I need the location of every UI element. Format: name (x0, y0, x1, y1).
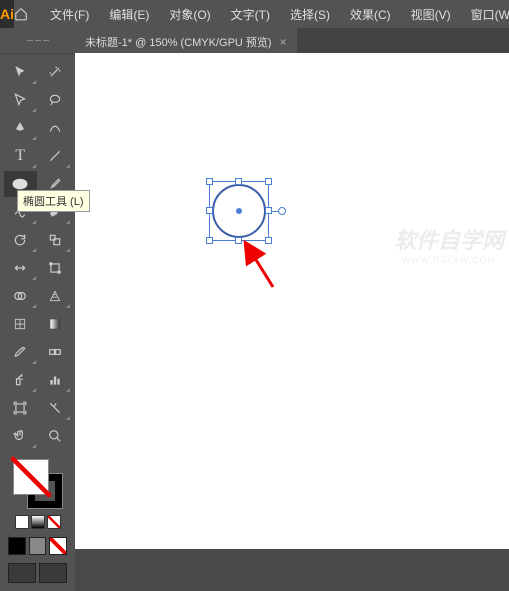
home-icon[interactable] (14, 0, 28, 28)
tab-title: 未标题-1* @ 150% (CMYK/GPU 预览) (85, 34, 272, 50)
tools-panel: T (0, 55, 75, 591)
gradient-mode[interactable] (31, 515, 45, 529)
mesh-tool[interactable] (4, 311, 37, 337)
canvas[interactable]: 软件自学网 WWW.RJZXW.COM (75, 53, 509, 549)
menu-window[interactable]: 窗口(W (461, 6, 509, 23)
swatch-black[interactable] (8, 537, 26, 555)
curvature-tool[interactable] (39, 115, 72, 141)
artboard-tool[interactable] (4, 395, 37, 421)
menu-edit[interactable]: 编辑(E) (99, 6, 159, 23)
none-mode[interactable] (47, 515, 61, 529)
tab-bar: 未标题-1* @ 150% (CMYK/GPU 预览) × (75, 28, 509, 56)
panel-grip[interactable] (0, 28, 75, 53)
handle-top-right[interactable] (265, 178, 272, 185)
document-tab[interactable]: 未标题-1* @ 150% (CMYK/GPU 预览) × (75, 28, 297, 56)
fill-stroke-swatches[interactable] (13, 459, 63, 509)
handle-bot-mid[interactable] (235, 237, 242, 244)
watermark: 软件自学网 WWW.RJZXW.COM (394, 223, 504, 265)
watermark-main: 软件自学网 (394, 223, 504, 255)
menu-view[interactable]: 视图(V) (401, 6, 461, 23)
radius-handle[interactable] (278, 207, 286, 215)
hand-tool[interactable] (4, 423, 37, 449)
selection-tool[interactable] (4, 59, 37, 85)
selection-bounds[interactable] (209, 181, 269, 241)
slice-tool[interactable] (39, 395, 72, 421)
handle-top-left[interactable] (206, 178, 213, 185)
zoom-tool[interactable] (39, 423, 72, 449)
eyedropper-tool[interactable] (4, 339, 37, 365)
shape-builder-tool[interactable] (4, 283, 37, 309)
watermark-sub: WWW.RJZXW.COM (394, 255, 504, 265)
annotation-arrow (249, 251, 279, 296)
scale-tool[interactable] (39, 227, 72, 253)
line-tool[interactable] (39, 143, 72, 169)
menu-file[interactable]: 文件(F) (40, 6, 99, 23)
magic-wand-tool[interactable] (39, 59, 72, 85)
menu-effect[interactable]: 效果(C) (340, 6, 401, 23)
pen-tool[interactable] (4, 115, 37, 141)
free-transform-tool[interactable] (39, 255, 72, 281)
handle-mid-left[interactable] (206, 207, 213, 214)
color-section (4, 455, 71, 587)
handle-mid-right[interactable] (265, 207, 272, 214)
type-tool[interactable]: T (4, 143, 37, 169)
column-graph-tool[interactable] (39, 367, 72, 393)
direct-selection-tool[interactable] (4, 87, 37, 113)
blend-tool[interactable] (39, 339, 72, 365)
perspective-grid-tool[interactable] (39, 283, 72, 309)
handle-bot-left[interactable] (206, 237, 213, 244)
center-point[interactable] (236, 208, 242, 214)
draw-normal[interactable] (8, 563, 36, 583)
fill-color[interactable] (13, 459, 49, 495)
rotate-tool[interactable] (4, 227, 37, 253)
tool-tooltip: 椭圆工具 (L) (17, 190, 90, 212)
handle-top-mid[interactable] (235, 178, 242, 185)
symbol-sprayer-tool[interactable] (4, 367, 37, 393)
menu-type[interactable]: 文字(T) (221, 6, 280, 23)
color-mode[interactable] (15, 515, 29, 529)
menu-bar: Ai 文件(F) 编辑(E) 对象(O) 文字(T) 选择(S) 效果(C) 视… (0, 0, 509, 28)
menu-select[interactable]: 选择(S) (280, 6, 340, 23)
swatch-gray[interactable] (29, 537, 47, 555)
menu-object[interactable]: 对象(O) (159, 6, 220, 23)
gradient-tool[interactable] (39, 311, 72, 337)
app-logo: Ai (0, 0, 14, 28)
draw-behind[interactable] (39, 563, 67, 583)
lasso-tool[interactable] (39, 87, 72, 113)
handle-bot-right[interactable] (265, 237, 272, 244)
width-tool[interactable] (4, 255, 37, 281)
tab-close-icon[interactable]: × (280, 35, 287, 49)
swatch-none[interactable] (49, 537, 67, 555)
